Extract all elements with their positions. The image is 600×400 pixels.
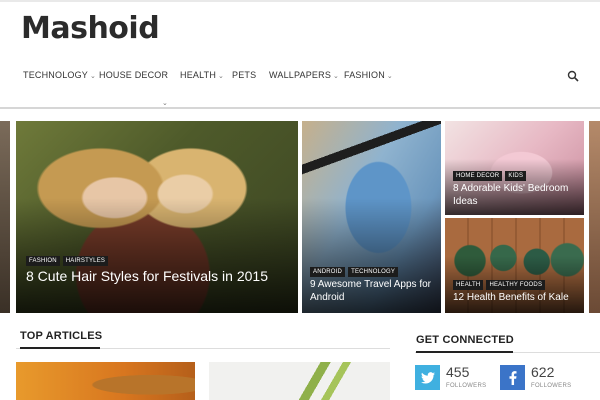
twitter-label: FOLLOWERS (446, 383, 487, 389)
nav-label: HEALTH (180, 70, 217, 80)
get-connected-heading: GET CONNECTED (416, 334, 514, 346)
chevron-down-icon: ⌄ (386, 73, 393, 80)
search-icon[interactable] (567, 70, 579, 82)
post-title[interactable]: 12 Health Benefits of Kale (453, 292, 581, 305)
nav-item-fashion[interactable]: FASHION ⌄ (344, 70, 393, 80)
section-underline (20, 347, 100, 349)
article-thumbnail-plant[interactable] (209, 362, 390, 400)
top-border (0, 0, 600, 2)
post-kale-benefits[interactable]: HEALTH HEALTHY FOODS 12 Health Benefits … (445, 218, 584, 313)
nav-item-pets[interactable]: PETS (232, 70, 256, 80)
featured-post-hairstyles[interactable]: FASHION HAIRSTYLES 8 Cute Hair Styles fo… (16, 121, 298, 313)
top-articles-heading: TOP ARTICLES (20, 330, 103, 342)
twitter-count: 455 (446, 364, 470, 380)
facebook-label: FOLLOWERS (531, 383, 572, 389)
chevron-down-icon: ⌄ (333, 73, 340, 80)
chevron-down-icon: ⌄ (90, 73, 97, 80)
nav-label: TECHNOLOGY (23, 70, 89, 80)
post-tags: FASHION HAIRSTYLES (26, 256, 109, 266)
nav-item-wallpapers[interactable]: WALLPAPERS ⌄ (269, 70, 339, 80)
nav-label: PETS (232, 70, 257, 80)
slider-prev-peek[interactable] (0, 121, 10, 313)
tag[interactable]: HEALTHY FOODS (486, 280, 546, 290)
facebook-count: 622 (531, 364, 555, 380)
post-title[interactable]: 9 Awesome Travel Apps for Android (310, 279, 438, 304)
tag[interactable]: HEALTH (453, 280, 484, 290)
section-underline (416, 351, 513, 353)
post-title[interactable]: 8 Cute Hair Styles for Festivals in 2015 (26, 268, 288, 286)
nav-item-health[interactable]: HEALTH ⌄ (180, 70, 224, 80)
chevron-down-icon[interactable]: ⌄ (162, 99, 168, 107)
tag[interactable]: HAIRSTYLES (62, 256, 109, 266)
facebook-icon[interactable] (500, 365, 525, 390)
post-kids-bedroom[interactable]: HOME DECOR KIDS 8 Adorable Kids' Bedroom… (445, 121, 584, 215)
tag[interactable]: FASHION (26, 256, 60, 266)
site-logo[interactable]: Mashoid (21, 11, 160, 46)
tag[interactable]: HOME DECOR (453, 171, 503, 181)
header-divider (0, 107, 600, 109)
tag[interactable]: TECHNOLOGY (348, 267, 399, 277)
nav-label: WALLPAPERS (269, 70, 332, 80)
twitter-icon[interactable] (415, 365, 440, 390)
facebook-followers[interactable]: 622 FOLLOWERS (500, 365, 571, 390)
tag[interactable]: ANDROID (310, 267, 346, 277)
tag[interactable]: KIDS (505, 171, 527, 181)
twitter-followers[interactable]: 455 FOLLOWERS (415, 365, 486, 390)
twitter-meta: 455 FOLLOWERS (446, 364, 487, 390)
post-travel-apps[interactable]: ANDROID TECHNOLOGY 9 Awesome Travel Apps… (302, 121, 441, 313)
facebook-meta: 622 FOLLOWERS (531, 364, 572, 390)
chevron-down-icon: ⌄ (218, 73, 225, 80)
nav-label: FASHION (344, 70, 385, 80)
post-tags: HOME DECOR KIDS (453, 171, 527, 181)
slider-next-peek[interactable] (589, 121, 600, 313)
article-thumbnail-turmeric[interactable] (16, 362, 195, 400)
post-title[interactable]: 8 Adorable Kids' Bedroom Ideas (453, 183, 581, 208)
nav-item-technology[interactable]: TECHNOLOGY ⌄ (23, 70, 96, 80)
post-tags: ANDROID TECHNOLOGY (310, 267, 399, 277)
post-tags: HEALTH HEALTHY FOODS (453, 280, 546, 290)
nav-label: HOUSE DECOR (99, 70, 169, 80)
nav-item-house-decor[interactable]: HOUSE DECOR (99, 70, 168, 80)
